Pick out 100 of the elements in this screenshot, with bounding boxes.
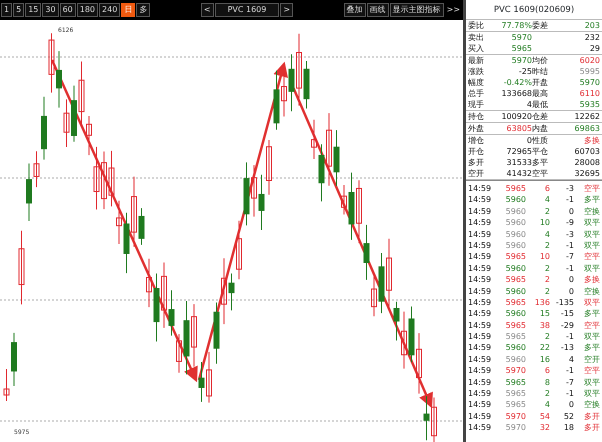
trade-price: 5965 (504, 388, 526, 400)
period-tab[interactable]: 30 (42, 3, 59, 17)
trade-change: 0 (568, 286, 574, 297)
trade-type: 空换 (583, 399, 600, 411)
next-button[interactable]: > (280, 3, 294, 17)
trade-price: 5960 (504, 240, 526, 252)
quote-value: 4 (526, 99, 532, 110)
trade-type: 双平 (583, 296, 600, 308)
trade-volume: 2 (544, 388, 550, 400)
trade-time: 14:59 (468, 342, 492, 354)
quote-value: 多换 (583, 135, 600, 146)
candlestick (378, 252, 384, 314)
quote-value: 6110 (578, 88, 600, 99)
trade-time: 14:59 (468, 354, 492, 366)
trade-time: 14:59 (468, 399, 492, 411)
toolbar-button[interactable]: 显示主图指标 (390, 3, 444, 17)
trade-type: 空开 (583, 354, 600, 366)
quote-value: 41432 (506, 168, 532, 179)
period-tab[interactable]: 60 (60, 3, 76, 17)
trade-time: 14:59 (468, 296, 492, 308)
quote-label: 最高 (532, 88, 549, 99)
quote-value: 232 (584, 32, 600, 43)
trade-price: 5965 (504, 376, 526, 388)
trade-time: 14:59 (468, 251, 492, 263)
trade-volume: 4 (544, 194, 550, 206)
candlestick (64, 98, 70, 148)
trade-type: 多平 (583, 194, 600, 206)
quote-value: 77.78% (500, 20, 532, 31)
period-tab[interactable]: 5 (13, 3, 24, 17)
candlestick (356, 180, 362, 244)
toolbar-button[interactable]: 画线 (366, 3, 389, 17)
trade-price: 5960 (504, 217, 526, 229)
candlestick (251, 164, 257, 218)
trade-volume: 4 (544, 399, 550, 411)
trade-volume: 32 (538, 422, 550, 434)
quote-label: 仓差 (532, 111, 549, 122)
more-button[interactable]: >> (444, 3, 462, 17)
trade-change: -1 (565, 365, 574, 377)
trade-change: -1 (565, 240, 574, 252)
trade-type: 空平 (583, 365, 600, 377)
trade-price: 5965 (504, 251, 526, 263)
candlestick (146, 258, 152, 308)
trade-change: -7 (565, 251, 574, 263)
candlestick (71, 85, 77, 142)
period-tab[interactable]: 180 (76, 3, 98, 17)
trade-type: 双平 (583, 262, 600, 274)
trade-price: 5965 (504, 183, 526, 194)
candlestick (364, 224, 370, 280)
toolbar-button[interactable]: 叠加 (344, 3, 366, 17)
trade-price: 5960 (504, 262, 526, 274)
candlestick (408, 306, 414, 363)
trade-price: 5965 (504, 399, 526, 411)
candlestick (221, 258, 227, 325)
trade-change: -1 (565, 331, 574, 342)
panel-title: PVC 1609(020609) (466, 0, 602, 20)
period-tab[interactable]: 多 (136, 3, 150, 17)
trade-time: 14:59 (468, 274, 492, 286)
candlestick (191, 304, 197, 368)
period-tab[interactable]: 15 (25, 3, 42, 17)
candlestick (348, 172, 354, 240)
candlestick (86, 116, 92, 156)
candlestick (168, 290, 174, 336)
trade-time: 14:59 (468, 183, 492, 194)
quote-value: 5995 (578, 66, 600, 77)
trade-price: 5960 (504, 206, 526, 218)
trade-volume: 54 (538, 410, 550, 422)
trade-change: -15 (560, 308, 574, 320)
trade-time: 14:59 (468, 365, 492, 377)
trade-type: 多换 (583, 274, 600, 286)
candlestick (56, 50, 62, 108)
candlestick (78, 61, 84, 128)
trade-change: 0 (568, 274, 574, 286)
quote-value: 5970 (510, 55, 532, 66)
trade-type: 空换 (583, 206, 600, 218)
prev-button[interactable]: < (200, 3, 214, 17)
trade-type: 空平 (583, 183, 600, 194)
quote-value: 32695 (574, 168, 600, 179)
quote-label: 现手 (468, 99, 485, 110)
trade-type: 双平 (583, 240, 600, 252)
trade-price: 5960 (504, 308, 526, 320)
trade-volume: 6 (544, 365, 550, 377)
quote-value: -25 (518, 66, 532, 77)
period-tab[interactable]: 1 (1, 3, 12, 17)
symbol-label: PVC 1609 (214, 3, 280, 17)
period-tab[interactable]: 240 (99, 3, 120, 17)
trade-change: -13 (560, 342, 574, 354)
trade-price: 5965 (504, 296, 526, 308)
quote-value: 28008 (574, 157, 600, 168)
candlestick (258, 174, 264, 231)
candlestick (11, 332, 17, 386)
trade-change: -1 (565, 194, 574, 206)
trade-time: 14:59 (468, 376, 492, 388)
trade-price: 5960 (504, 228, 526, 240)
quote-label: 昨结 (532, 66, 549, 77)
candlestick (94, 146, 100, 210)
trade-volume: 38 (538, 320, 550, 332)
trade-volume: 2 (544, 240, 550, 252)
trade-volume: 22 (538, 342, 550, 354)
trade-price: 5960 (504, 194, 526, 206)
quote-label: 开仓 (468, 146, 485, 157)
